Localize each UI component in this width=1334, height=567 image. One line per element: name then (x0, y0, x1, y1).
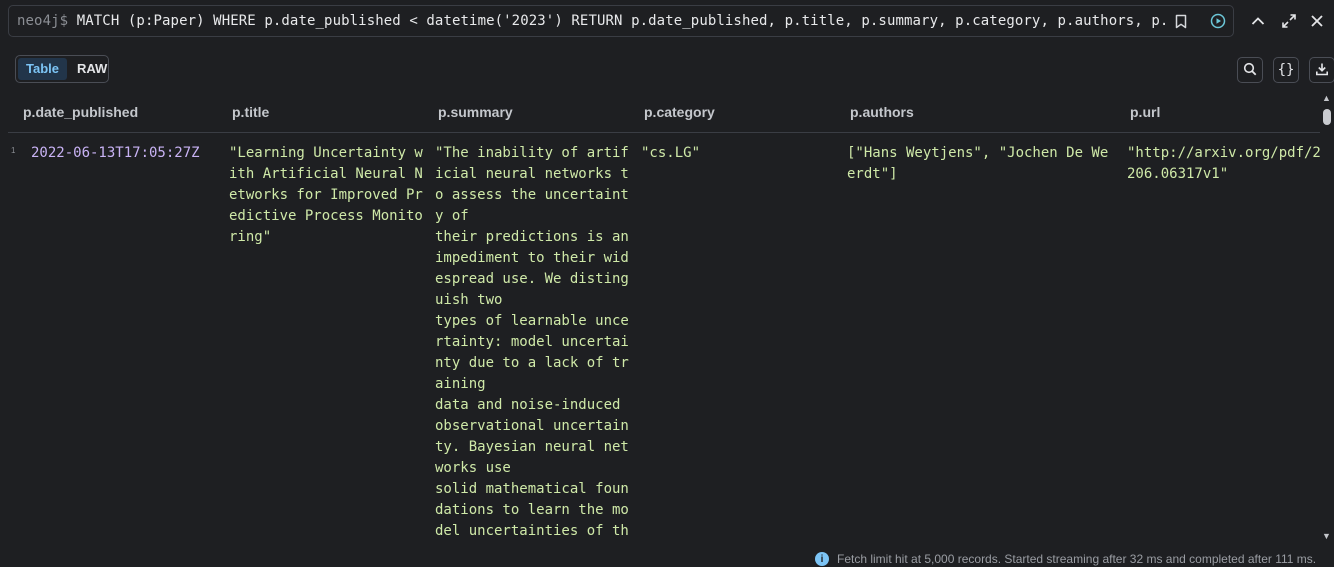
column-header-category[interactable]: p.category (644, 98, 715, 126)
column-header-url[interactable]: p.url (1130, 98, 1160, 126)
cell-date-published: 2022-06-13T17:05:27Z (31, 145, 200, 161)
scroll-up-arrow-icon[interactable]: ▲ (1322, 93, 1331, 103)
query-text[interactable]: MATCH (p:Paper) WHERE p.date_published <… (77, 13, 1169, 29)
column-header-date-published[interactable]: p.date_published (23, 98, 138, 126)
search-icon (1243, 62, 1257, 79)
search-button[interactable] (1237, 57, 1263, 83)
vertical-scrollbar[interactable]: ▲ ▼ (1320, 93, 1334, 547)
cell-category: "cs.LG" (641, 145, 701, 161)
query-prompt: neo4j$ (17, 13, 69, 29)
cell-title: "Learning Uncertainty w ith Artificial N… (229, 145, 423, 245)
download-icon (1315, 62, 1329, 79)
json-view-button[interactable]: {} (1273, 57, 1299, 83)
table-header: p.date_published p.title p.summary p.cat… (8, 98, 1320, 133)
query-editor[interactable]: neo4j$ MATCH (p:Paper) WHERE p.date_publ… (8, 5, 1234, 37)
scroll-thumb[interactable] (1323, 109, 1331, 125)
status-bar: i Fetch limit hit at 5,000 records. Star… (815, 551, 1334, 567)
braces-icon: {} (1277, 62, 1295, 78)
view-toggle[interactable]: Table RAW (15, 55, 109, 83)
column-header-authors[interactable]: p.authors (850, 98, 914, 126)
row-index: 1 (11, 146, 16, 155)
query-input[interactable]: neo4j$ MATCH (p:Paper) WHERE p.date_publ… (17, 6, 1169, 36)
cell-authors: ["Hans Weytjens", "Jochen De We erdt"] (847, 145, 1109, 182)
download-button[interactable] (1309, 57, 1334, 83)
info-icon: i (815, 552, 829, 566)
status-text: Fetch limit hit at 5,000 records. Starte… (837, 552, 1317, 566)
cell-summary: "The inability of artif icial neural net… (435, 145, 629, 545)
column-header-summary[interactable]: p.summary (438, 98, 513, 126)
fullscreen-icon[interactable] (1278, 9, 1300, 33)
raw-view-button[interactable]: RAW (69, 58, 115, 80)
run-query-icon[interactable] (1208, 11, 1228, 31)
table-view-button[interactable]: Table (18, 58, 67, 80)
collapse-icon[interactable] (1247, 9, 1269, 33)
close-icon[interactable] (1306, 9, 1328, 33)
scroll-down-arrow-icon[interactable]: ▼ (1322, 531, 1331, 541)
bookmark-icon[interactable] (1171, 11, 1191, 31)
column-header-title[interactable]: p.title (232, 98, 269, 126)
cell-url: "http://arxiv.org/pdf/2 206.06317v1" (1127, 145, 1320, 182)
